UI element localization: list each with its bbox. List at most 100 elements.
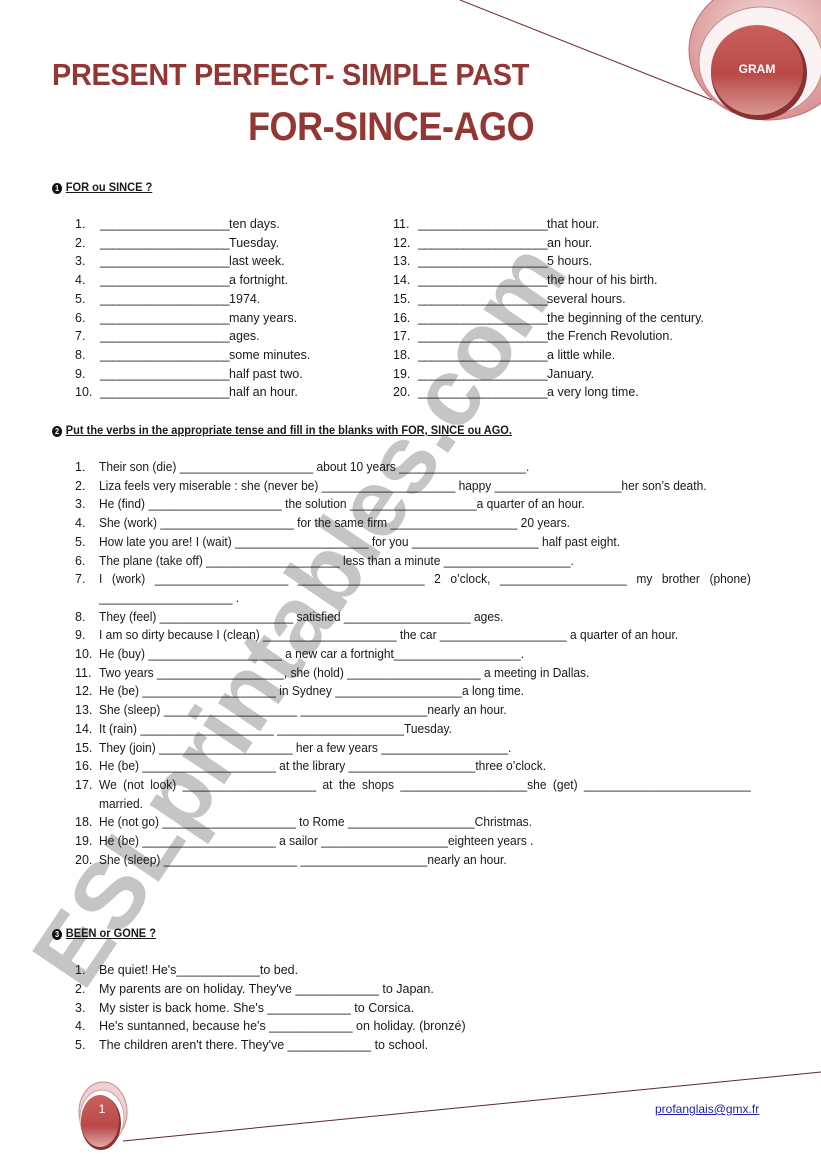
answer-blank[interactable]: ____________________: [418, 346, 548, 365]
exercise1-heading: 1 FOR ou SINCE ?: [52, 180, 152, 194]
item-text: They (feel) ____________________ satisfi…: [99, 609, 504, 624]
item-number: 7.: [75, 329, 86, 344]
item-number: 14.: [393, 273, 411, 288]
answer-blank[interactable]: ____________________: [100, 309, 230, 328]
answer-blank[interactable]: ____________________: [418, 215, 548, 234]
item-number: 18.: [75, 815, 93, 830]
item-text: an hour.: [547, 235, 593, 250]
item-text: a fortnight.: [229, 273, 289, 288]
answer-blank[interactable]: ____________________: [100, 365, 230, 384]
list-item: 20. ____________________ a very long time.: [393, 383, 704, 402]
item-text: half an hour.: [229, 385, 298, 400]
item-number: 20.: [75, 852, 93, 867]
item-text: I (work) ____________________ __________…: [99, 572, 751, 605]
item-number: 6.: [75, 310, 86, 325]
item-text: We (not look) ____________________ at th…: [99, 777, 751, 811]
answer-blank[interactable]: ____________________: [418, 271, 548, 290]
item-number: 7.: [75, 572, 86, 587]
list-item: 2. ____________________ Tuesday.: [75, 234, 310, 253]
answer-blank[interactable]: ____________________: [100, 327, 230, 346]
list-item: 7. I (work) ____________________ ________…: [75, 570, 778, 607]
item-number: 5.: [75, 1038, 86, 1053]
list-item: 16. He (be) ____________________ at the l…: [75, 757, 778, 776]
answer-blank[interactable]: ____________________: [100, 271, 230, 290]
list-item: 16. ____________________ the beginning of …: [393, 309, 704, 328]
item-text: She (sleep) ____________________ _______…: [99, 703, 507, 718]
page-number-badge-icon: [78, 1081, 128, 1150]
item-text: I am so dirty because I (clean) ________…: [99, 628, 679, 643]
item-number: 1.: [75, 460, 86, 474]
item-number: 9.: [75, 366, 86, 381]
answer-blank[interactable]: ____________________: [418, 234, 548, 253]
item-number: 5.: [75, 534, 86, 549]
item-text: He (be) ____________________ in Sydney _…: [99, 684, 525, 699]
page-subtitle: FOR-SINCE-AGO: [248, 105, 535, 149]
email-link[interactable]: profanglais@gmx.fr: [655, 1102, 759, 1116]
item-number: 17.: [393, 329, 411, 344]
item-number: 9.: [75, 628, 86, 643]
item-number: 17.: [75, 777, 93, 792]
list-item: 11. ____________________ that hour.: [393, 215, 704, 234]
item-number: 18.: [393, 347, 411, 362]
answer-blank[interactable]: ____________________: [100, 383, 230, 402]
item-text: half past two.: [229, 366, 303, 381]
item-number: 20.: [393, 385, 411, 400]
answer-blank[interactable]: ____________________: [418, 309, 548, 328]
list-item: 15. They (join) ____________________ her …: [75, 739, 778, 758]
page-title: PRESENT PERFECT- SIMPLE PAST: [52, 57, 530, 92]
list-item: 5. ____________________ 1974.: [75, 290, 310, 309]
item-number: 19.: [393, 366, 411, 381]
answer-blank[interactable]: ____________________: [418, 383, 548, 402]
page-number: 1: [98, 1102, 106, 1116]
answer-blank[interactable]: ____________________: [100, 290, 230, 309]
item-text: a very long time.: [547, 385, 639, 400]
answer-blank[interactable]: ____________________: [100, 234, 230, 253]
item-text: 1974.: [229, 291, 261, 306]
item-text: Two years ___________________, she (hold…: [99, 665, 590, 680]
exercise3-list: 1. Be quiet! He's____________to bed. 2. My …: [75, 961, 466, 1055]
answer-blank[interactable]: ____________________: [418, 290, 548, 309]
list-item: 19. ____________________ January.: [393, 365, 704, 384]
item-text: ten days.: [229, 217, 280, 231]
answer-blank[interactable]: ____________________: [100, 346, 230, 365]
item-text: She (work) ____________________ for the …: [99, 516, 571, 531]
item-number: 6.: [75, 553, 86, 568]
list-item: 13. She (sleep) ____________________ ____…: [75, 701, 778, 720]
list-item: 6. The plane (take off) _________________…: [75, 552, 778, 571]
number-bullet-icon: 2: [52, 426, 63, 437]
item-number: 11.: [75, 665, 92, 680]
answer-blank[interactable]: ____________________: [100, 252, 230, 271]
answer-blank[interactable]: ____________________: [418, 365, 548, 384]
item-text: He (not go) ____________________ to Rome…: [99, 815, 533, 830]
item-text: The plane (take off) ___________________…: [99, 553, 574, 568]
item-text: the French Revolution.: [547, 329, 673, 344]
item-text: He (find) ____________________ the solut…: [99, 497, 585, 512]
answer-blank[interactable]: ____________________: [418, 252, 548, 271]
item-number: 2.: [75, 478, 86, 493]
exercise1-left-column: 1. ____________________ ten days. 2. _______…: [75, 215, 310, 402]
list-item: 10. He (buy) ____________________ a new c…: [75, 645, 778, 664]
list-item: 1. Their son (die) ____________________ a…: [75, 458, 778, 477]
list-item: 5. The children aren't there. They've ___…: [75, 1036, 466, 1055]
list-item: 3. My sister is back home. She's ________…: [75, 999, 466, 1018]
list-item: 5. How late you are! I (wait) ___________…: [75, 533, 778, 552]
item-text: Liza feels very miserable : she (never b…: [99, 478, 707, 493]
item-number: 4.: [75, 273, 86, 288]
item-text: a little while.: [547, 347, 616, 362]
exercise2-list: 1. Their son (die) ____________________ a…: [75, 458, 778, 869]
item-text: She (sleep) ____________________ _______…: [99, 852, 507, 867]
list-item: 18. ____________________ a little while.: [393, 346, 704, 365]
item-number: 19.: [75, 834, 93, 849]
item-text: some minutes.: [229, 347, 311, 362]
list-item: 2. Liza feels very miserable : she (never…: [75, 477, 778, 496]
item-text: The children aren't there. They've _____…: [99, 1038, 429, 1053]
list-item: 18. He (not go) ____________________ to R…: [75, 813, 778, 832]
item-text: My sister is back home. She's __________…: [99, 1000, 415, 1015]
item-text: that hour.: [547, 217, 600, 231]
answer-blank[interactable]: ____________________: [418, 327, 548, 346]
list-item: 13. ____________________ 5 hours.: [393, 252, 704, 271]
list-item: 8. They (feel) ____________________ satis…: [75, 608, 778, 627]
list-item: 19. He (be) ____________________ a sailor…: [75, 832, 778, 851]
answer-blank[interactable]: ____________________: [100, 215, 230, 234]
list-item: 2. My parents are on holiday. They've ___…: [75, 980, 466, 999]
